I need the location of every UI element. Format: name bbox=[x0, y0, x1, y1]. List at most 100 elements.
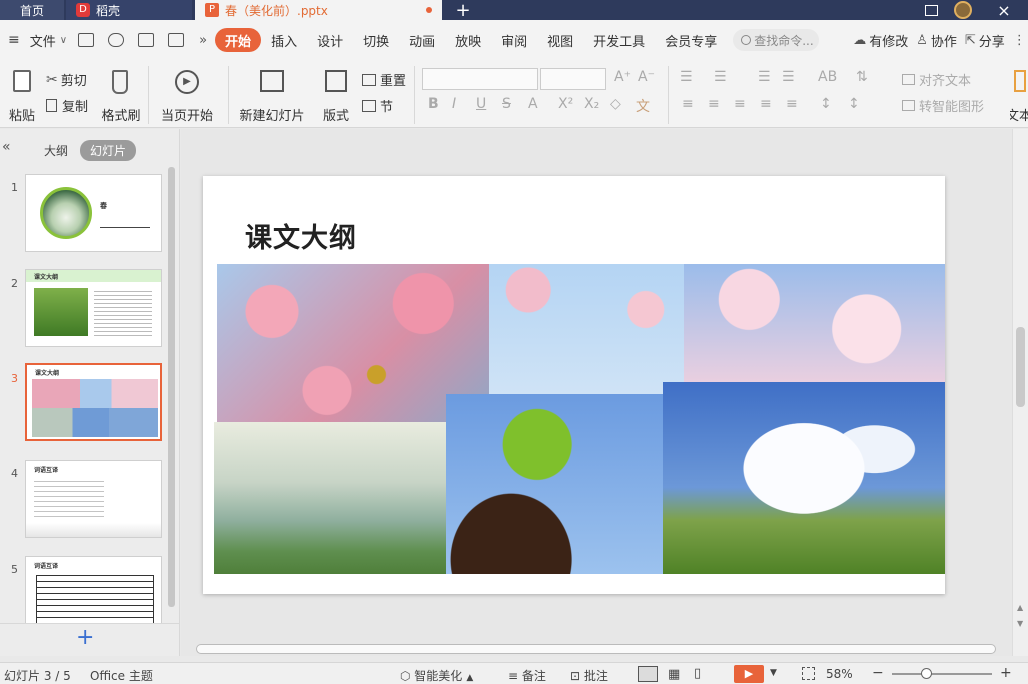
tab-daoke[interactable]: D 稻壳 bbox=[66, 0, 192, 20]
zoom-value[interactable]: 58% bbox=[826, 667, 853, 681]
reset-button[interactable]: 重置 bbox=[362, 70, 406, 89]
format-painter-button[interactable]: 格式刷 bbox=[102, 68, 141, 124]
slide-thumbnail-2[interactable]: 课文大纲 bbox=[25, 269, 162, 347]
next-slide-icon[interactable]: ▼ bbox=[1017, 619, 1023, 628]
sort-icon[interactable]: ⇅ bbox=[856, 69, 868, 85]
tab-review[interactable]: 审阅 bbox=[491, 28, 537, 52]
chevron-down-icon[interactable]: ▼ bbox=[770, 668, 777, 678]
menu-more-icon[interactable]: ⋮ bbox=[1013, 33, 1026, 48]
slideshow-play-button[interactable]: ▶ bbox=[734, 665, 764, 683]
tab-slideshow[interactable]: 放映 bbox=[445, 28, 491, 52]
slide-thumbnail-3[interactable]: 课文大纲 bbox=[25, 363, 162, 441]
paragraph-spacing-icon[interactable]: ↕ bbox=[848, 96, 860, 112]
theme-label[interactable]: Office 主题 bbox=[90, 667, 153, 684]
tab-transition[interactable]: 切换 bbox=[353, 28, 399, 52]
decrease-font-icon[interactable]: A⁻ bbox=[638, 69, 655, 85]
font-size-select[interactable] bbox=[540, 68, 606, 90]
edit-status-button[interactable]: ☁ 有修改 bbox=[849, 28, 912, 52]
beautify-button[interactable]: ⬡ 智能美化 ▲ bbox=[400, 667, 473, 684]
seedling-image[interactable] bbox=[446, 394, 663, 574]
align-right-icon[interactable]: ≡ bbox=[734, 96, 746, 112]
prev-slide-icon[interactable]: ▲ bbox=[1017, 603, 1023, 612]
copy-button[interactable]: 复制 bbox=[46, 96, 88, 115]
zoom-out-button[interactable]: − bbox=[872, 665, 884, 681]
tab-home[interactable]: 首页 bbox=[0, 0, 64, 20]
align-text-button[interactable]: 对齐文本 bbox=[902, 70, 971, 89]
phonetic-icon[interactable]: 文 bbox=[636, 96, 650, 116]
distribute-icon[interactable]: ≡ bbox=[786, 96, 798, 112]
zoom-slider-track[interactable] bbox=[892, 668, 992, 679]
new-tab-button[interactable]: + bbox=[452, 0, 474, 21]
notes-button[interactable]: ≡ 备注 bbox=[508, 667, 546, 684]
pink-blossom-sky-image[interactable] bbox=[489, 264, 685, 394]
editor-scroll-thumb[interactable] bbox=[1016, 327, 1025, 407]
zoom-slider-thumb[interactable] bbox=[921, 668, 932, 679]
collapse-panel-icon[interactable]: « bbox=[2, 139, 11, 155]
tab-home-ribbon[interactable]: 开始 bbox=[215, 28, 262, 52]
text-box-button[interactable]: 文本 bbox=[1010, 68, 1028, 124]
tab-insert[interactable]: 插入 bbox=[261, 28, 307, 52]
align-left-icon[interactable]: ≡ bbox=[682, 96, 694, 112]
text-case-icon[interactable]: AB bbox=[818, 69, 837, 85]
hamburger-icon[interactable]: ≡ bbox=[8, 32, 20, 48]
print-icon[interactable] bbox=[138, 33, 155, 47]
slide-canvas[interactable]: 课文大纲 bbox=[203, 176, 945, 594]
close-window-button[interactable]: × bbox=[986, 0, 1022, 20]
add-slide-button[interactable]: + bbox=[76, 625, 94, 650]
editor-scrollbar[interactable]: ▲ ▼ bbox=[1012, 129, 1028, 656]
panel-scrollbar[interactable] bbox=[168, 167, 175, 607]
tab-slides[interactable]: 幻灯片 bbox=[80, 140, 137, 161]
italic-icon[interactable]: I bbox=[452, 96, 456, 112]
sorter-view-icon[interactable]: ▦ bbox=[668, 667, 680, 682]
share-button[interactable]: ⇱ 分享 bbox=[961, 28, 1009, 52]
file-menu[interactable]: 文件 ∨ bbox=[26, 28, 71, 52]
font-color-icon[interactable]: A bbox=[528, 96, 538, 112]
from-current-button[interactable]: ▶ 当页开始 bbox=[156, 68, 218, 124]
increase-indent-icon[interactable]: ☰ bbox=[782, 69, 795, 85]
bullets-icon[interactable]: ☰ bbox=[680, 69, 693, 85]
tab-developer[interactable]: 开发工具 bbox=[583, 28, 655, 52]
tab-animation[interactable]: 动画 bbox=[399, 28, 445, 52]
comment-button[interactable]: ⊡ 批注 bbox=[570, 667, 608, 684]
command-search[interactable]: 查找命令... bbox=[733, 29, 820, 51]
tab-member[interactable]: 会员专享 bbox=[655, 28, 727, 52]
export-pdf-icon[interactable] bbox=[108, 33, 125, 47]
justify-icon[interactable]: ≡ bbox=[760, 96, 772, 112]
reading-view-icon[interactable]: ▯ bbox=[694, 666, 701, 681]
subscript-icon[interactable]: X₂ bbox=[584, 96, 599, 112]
slide-thumbnail-4[interactable]: 词语互译 bbox=[25, 460, 162, 538]
align-center-icon[interactable]: ≡ bbox=[708, 96, 720, 112]
new-slide-button[interactable]: 新建幻灯片 bbox=[236, 68, 308, 124]
decrease-indent-icon[interactable]: ☰ bbox=[758, 69, 771, 85]
slide-thumbnail-1[interactable]: 春 bbox=[25, 174, 162, 252]
zoom-in-button[interactable]: + bbox=[1000, 665, 1012, 681]
smart-shape-button[interactable]: 转智能图形 bbox=[902, 96, 984, 115]
line-spacing-icon[interactable]: ↕ bbox=[820, 96, 832, 112]
cut-button[interactable]: ✂ 剪切 bbox=[46, 70, 87, 90]
slide-title[interactable]: 课文大纲 bbox=[245, 216, 357, 255]
tab-document[interactable]: P 春（美化前）.pptx bbox=[195, 0, 442, 20]
more-quick-access-icon[interactable]: » bbox=[199, 33, 207, 48]
collab-button[interactable]: ♙ 协作 bbox=[912, 28, 961, 52]
underline-icon[interactable]: U bbox=[476, 96, 486, 112]
tab-view[interactable]: 视图 bbox=[537, 28, 583, 52]
paste-button[interactable]: 粘贴 bbox=[4, 68, 40, 124]
fit-window-icon[interactable] bbox=[802, 667, 815, 680]
slide-thumbnail-5[interactable]: 词语互译 bbox=[25, 556, 162, 627]
section-button[interactable]: 节 bbox=[362, 96, 393, 115]
tab-outline[interactable]: 大纲 bbox=[44, 142, 68, 159]
white-blossom-image[interactable] bbox=[684, 264, 945, 382]
cloud-grassland-image[interactable] bbox=[663, 382, 945, 574]
superscript-icon[interactable]: X² bbox=[558, 96, 573, 112]
bold-icon[interactable]: B bbox=[428, 96, 439, 112]
layout-button[interactable]: 版式 bbox=[316, 68, 356, 124]
normal-view-icon[interactable] bbox=[638, 666, 658, 682]
strikethrough-icon[interactable]: S bbox=[502, 96, 511, 112]
increase-font-icon[interactable]: A⁺ bbox=[614, 69, 631, 85]
tab-design[interactable]: 设计 bbox=[307, 28, 353, 52]
clear-format-icon[interactable]: ◇ bbox=[610, 96, 621, 112]
numbering-icon[interactable]: ☰ bbox=[714, 69, 727, 85]
misty-mountain-image[interactable] bbox=[214, 422, 446, 574]
print-preview-icon[interactable] bbox=[168, 33, 185, 47]
save-icon[interactable] bbox=[78, 33, 95, 47]
